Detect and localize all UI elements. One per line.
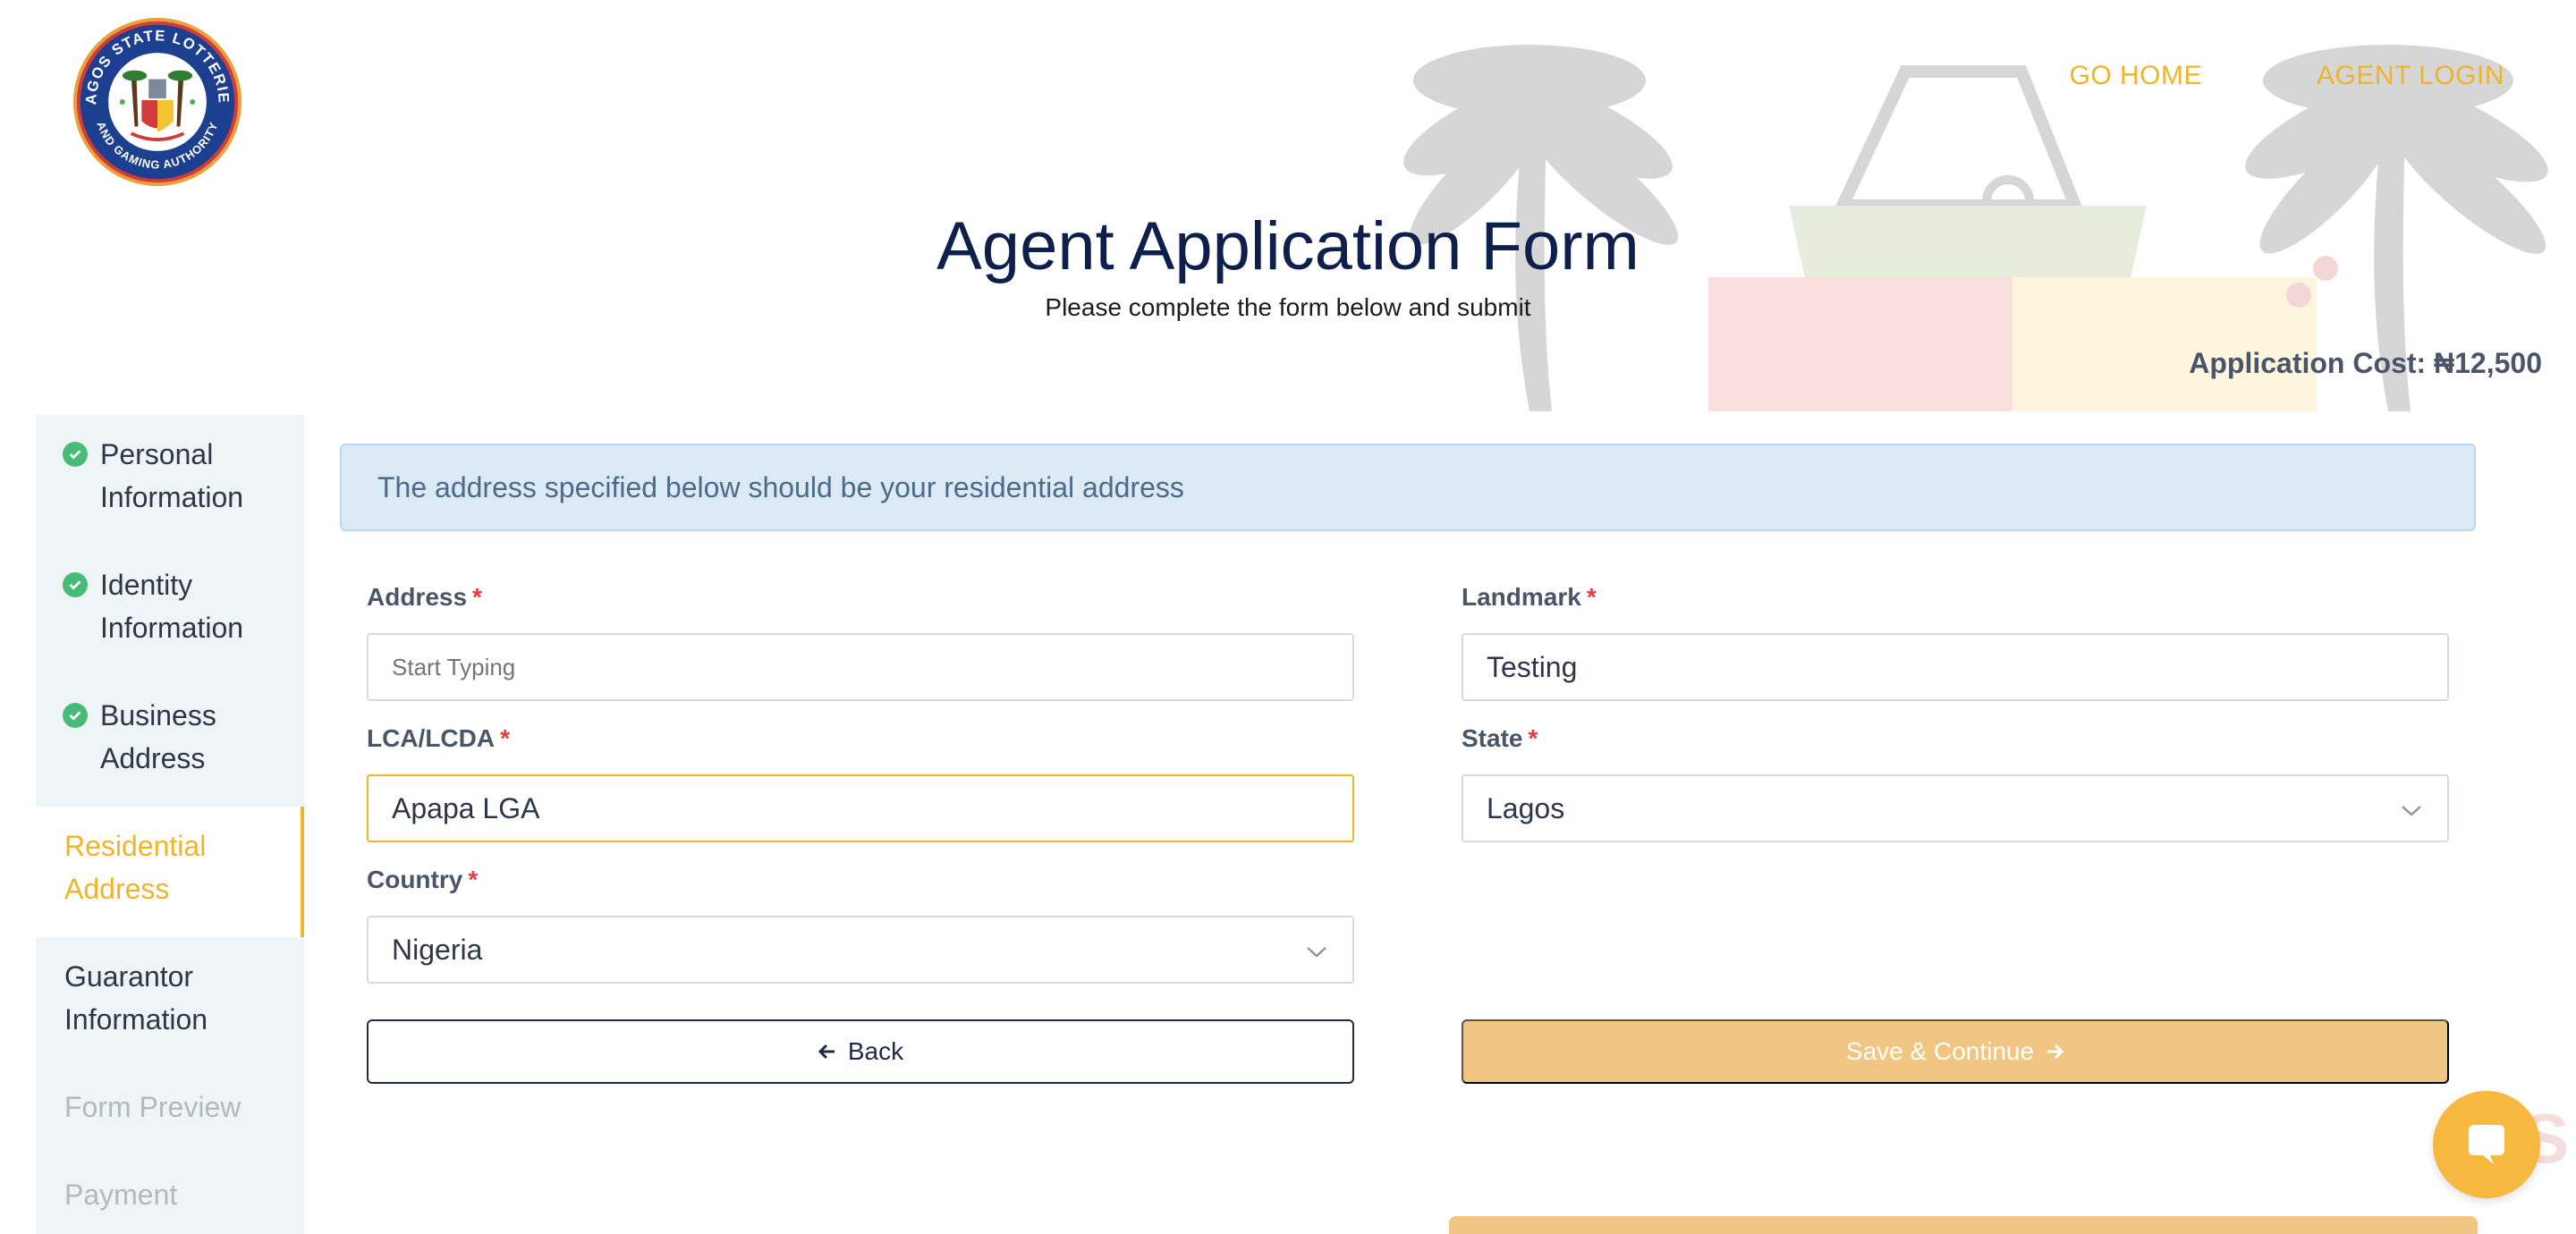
step-label-line2: Address <box>64 873 170 905</box>
step-sidebar: Personal Information Identity Informatio… <box>36 415 304 1234</box>
step-form-preview: Form Preview <box>36 1068 304 1155</box>
step-label-line1: Business <box>100 699 216 731</box>
page-title: Agent Application Form <box>936 208 1640 284</box>
lca-value: Apapa LGA <box>392 791 540 824</box>
address-input[interactable] <box>367 633 1354 701</box>
save-continue-button[interactable]: Save & Continue <box>1462 1019 2449 1084</box>
landmark-value: Testing <box>1487 650 1578 683</box>
check-circle-icon <box>63 572 88 597</box>
back-button[interactable]: Back <box>367 1019 1354 1084</box>
step-residential-address[interactable]: Residential Address <box>36 807 304 937</box>
top-nav: GO HOME AGENT LOGIN <box>2069 61 2504 91</box>
country-value: Nigeria <box>392 933 483 966</box>
state-select[interactable]: Lagos <box>1462 774 2449 842</box>
step-label-line2: Information <box>64 1003 208 1035</box>
lca-label: LCA/LCDA * <box>367 724 510 752</box>
step-guarantor-information[interactable]: Guarantor Information <box>36 937 304 1068</box>
go-home-link[interactable]: GO HOME <box>2069 61 2202 91</box>
step-label-line2: Information <box>100 481 244 513</box>
save-label: Save & Continue <box>1845 1037 2035 1065</box>
step-label: Payment <box>64 1179 178 1211</box>
bottom-button-edge[interactable] <box>1449 1216 2478 1234</box>
country-select[interactable]: Nigeria <box>367 916 1354 984</box>
agent-login-link[interactable]: AGENT LOGIN <box>2317 61 2504 91</box>
arrow-right-icon <box>2047 1044 2064 1060</box>
check-circle-icon <box>63 442 88 467</box>
step-business-address[interactable]: Business Address <box>36 676 304 807</box>
country-label: Country * <box>367 866 479 893</box>
application-cost: Application Cost: ₦12,500 <box>2189 347 2542 379</box>
lslga-logo: LAGOS STATE LOTTERIES AND GAMING AUTHORI… <box>70 14 242 187</box>
page-subtitle: Please complete the form below and submi… <box>1045 293 1531 321</box>
residential-address-notice: The address specified below should be yo… <box>340 444 2476 531</box>
state-value: Lagos <box>1487 791 1565 824</box>
chevron-down-icon <box>2402 806 2421 816</box>
address-label: Address * <box>367 583 482 611</box>
landmark-label: Landmark * <box>1462 583 1597 611</box>
step-label-line1: Guarantor <box>64 960 194 993</box>
step-label-line1: Personal <box>100 438 214 470</box>
step-label-line1: Identity <box>100 569 193 601</box>
step-identity-information[interactable]: Identity Information <box>36 545 304 676</box>
notice-text: The address specified below should be yo… <box>377 470 1184 503</box>
chat-widget-button[interactable] <box>2433 1091 2540 1198</box>
step-payment: Payment <box>36 1155 304 1234</box>
landmark-input[interactable]: Testing <box>1462 633 2449 701</box>
chat-bubble-icon <box>2469 1125 2504 1164</box>
step-label-line1: Residential <box>64 830 207 862</box>
chevron-down-icon <box>1307 947 1326 958</box>
lca-input[interactable]: Apapa LGA <box>367 774 1354 842</box>
step-label: Form Preview <box>64 1091 242 1123</box>
check-circle-icon <box>63 703 88 728</box>
back-label: Back <box>847 1037 904 1065</box>
step-label-line2: Address <box>100 742 206 774</box>
step-personal-information[interactable]: Personal Information <box>36 415 304 545</box>
step-label-line2: Information <box>100 612 244 644</box>
arrow-left-icon <box>818 1044 835 1060</box>
state-label: State * <box>1462 724 1538 752</box>
